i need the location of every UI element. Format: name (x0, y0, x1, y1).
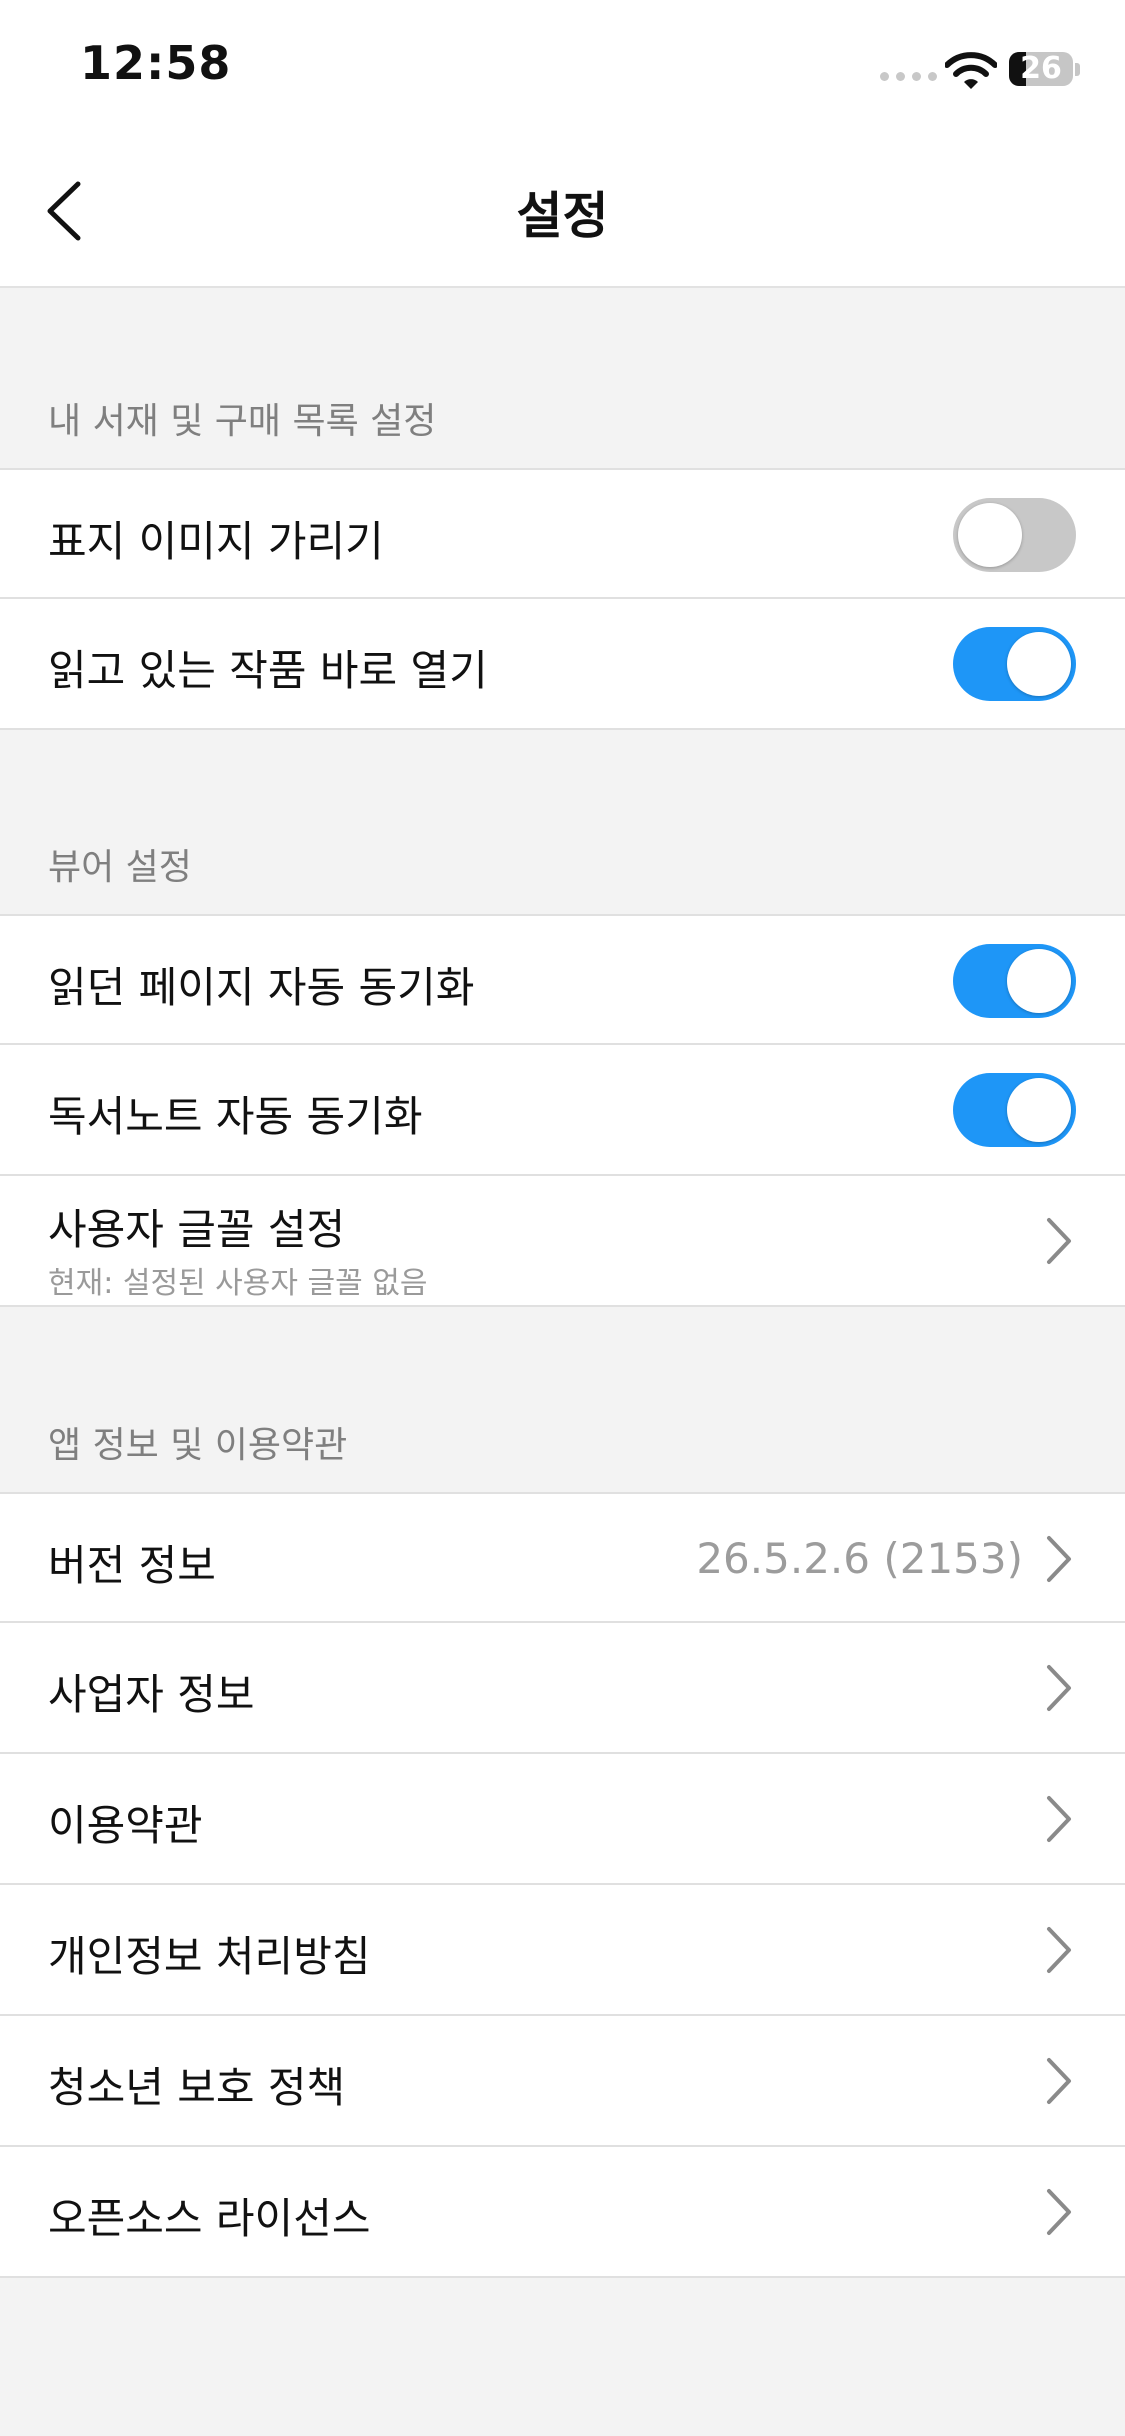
setting-version-info[interactable]: 버전 정보 26.5.2.6 (2153) (0, 1492, 1125, 1623)
setting-youth-protection[interactable]: 청소년 보호 정책 (0, 2016, 1125, 2147)
setting-business-info[interactable]: 사업자 정보 (0, 1623, 1125, 1754)
setting-note-sync: 독서노트 자동 동기화 (0, 1045, 1125, 1176)
chevron-right-icon (1047, 2058, 1071, 2104)
page-sync-toggle[interactable] (953, 944, 1076, 1018)
setting-label: 개인정보 처리방침 (48, 1932, 371, 1981)
setting-label: 읽고 있는 작품 바로 열기 (48, 646, 488, 695)
battery-icon: 26 (1009, 52, 1073, 86)
navigation-bar: 설정 (0, 136, 1125, 288)
status-time: 12:58 (80, 36, 232, 90)
chevron-right-icon (1047, 1665, 1071, 1711)
section-header-viewer: 뷰어 설정 (48, 847, 192, 888)
setting-terms[interactable]: 이용약관 (0, 1754, 1125, 1885)
setting-hide-cover-images: 표지 이미지 가리기 (0, 468, 1125, 599)
setting-label: 표지 이미지 가리기 (48, 517, 384, 566)
version-value: 26.5.2.6 (2153) (696, 1534, 1023, 1583)
chevron-right-icon (1047, 1536, 1071, 1582)
setting-open-reading-directly: 읽고 있는 작품 바로 열기 (0, 599, 1125, 730)
setting-label: 청소년 보호 정책 (48, 2063, 346, 2112)
setting-label: 사용자 글꼴 설정 (48, 1205, 346, 1254)
section-header-library: 내 서재 및 구매 목록 설정 (48, 401, 437, 442)
setting-label: 버전 정보 (48, 1541, 216, 1590)
setting-label: 사업자 정보 (48, 1670, 255, 1719)
setting-label: 이용약관 (48, 1801, 203, 1850)
setting-label: 오픈소스 라이선스 (48, 2194, 371, 2243)
setting-open-source-licenses[interactable]: 오픈소스 라이선스 (0, 2147, 1125, 2278)
chevron-right-icon (1047, 1218, 1071, 1264)
open-reading-directly-toggle[interactable] (953, 627, 1076, 701)
setting-label: 독서노트 자동 동기화 (48, 1092, 423, 1141)
section-header-app-info: 앱 정보 및 이용약관 (48, 1425, 348, 1466)
chevron-right-icon (1047, 1796, 1071, 1842)
chevron-right-icon (1047, 1927, 1071, 1973)
hide-cover-images-toggle[interactable] (953, 498, 1076, 572)
battery-cap (1075, 63, 1080, 76)
setting-page-sync: 읽던 페이지 자동 동기화 (0, 914, 1125, 1045)
wifi-icon (945, 52, 997, 89)
status-bar: 12:58 26 (0, 0, 1125, 136)
note-sync-toggle[interactable] (953, 1073, 1076, 1147)
page-title: 설정 (516, 187, 609, 245)
setting-sublabel: 현재: 설정된 사용자 글꼴 없음 (48, 1266, 428, 1301)
setting-custom-font[interactable]: 사용자 글꼴 설정 현재: 설정된 사용자 글꼴 없음 (0, 1176, 1125, 1307)
chevron-right-icon (1047, 2189, 1071, 2235)
signal-icon (880, 72, 937, 81)
battery-level: 26 (1020, 52, 1062, 86)
setting-label: 읽던 페이지 자동 동기화 (48, 963, 475, 1012)
setting-privacy-policy[interactable]: 개인정보 처리방침 (0, 1885, 1125, 2016)
